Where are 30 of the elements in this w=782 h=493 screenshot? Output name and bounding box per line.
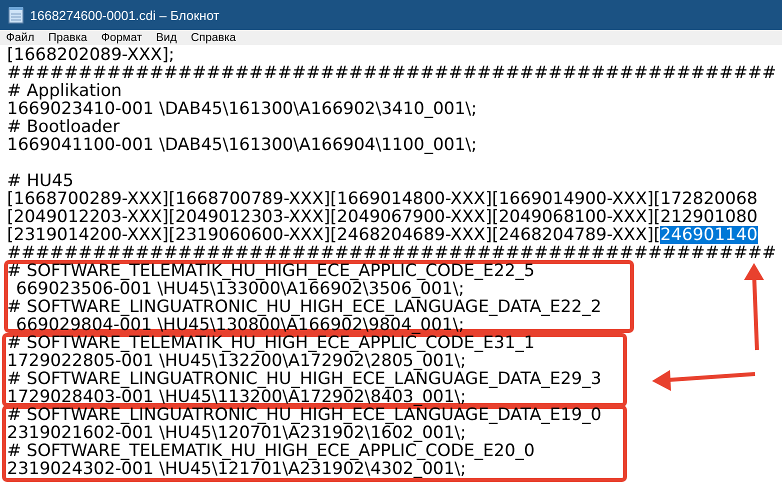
menu-item[interactable]: Правка: [48, 32, 88, 44]
text-line: # SOFTWARE_LINGUATRONIC_HU_HIGH_ECE_LANGUAGE_DATA_E19_0: [7, 406, 602, 424]
text-line: 1669041100-001 \DAB45\161300\A166904\1100_001\;: [7, 136, 477, 154]
text-line: # SOFTWARE_LINGUATRONIC_HU_HIGH_ECE_LANGUAGE_DATA_E29_3: [7, 370, 602, 388]
notepad-icon: [8, 6, 24, 24]
text-line: ######################################################: [7, 244, 776, 262]
menu-item[interactable]: Справка: [190, 32, 236, 44]
text-line: 1729022805-001 \HU45\132200\A172902\2805_001\;: [7, 352, 466, 370]
text-line: [1668700289-XXX][1668700789-XXX][1669014800-XXX][1669014900-XXX][172820068: [7, 190, 758, 208]
window-title: 1668274600-0001.cdi – Блокнот: [30, 8, 220, 22]
menu-item[interactable]: Формат: [101, 32, 142, 44]
text-line: # SOFTWARE_TELEMATIK_HU_HIGH_ECE_APPLIC_CODE_E22_5: [7, 262, 535, 280]
text-line: [2049012203-XXX][2049012303-XXX][2049067900-XXX][2049068100-XXX][212901080: [7, 208, 758, 226]
text-line: 1729028403-001 \HU45\113200\A172902\8403_001\;: [7, 388, 466, 406]
text-line: # SOFTWARE_TELEMATIK_HU_HIGH_ECE_APPLIC_CODE_E20_0: [7, 442, 535, 460]
text-line: 669023506-001 \HU45\133000\A166902\3506_001\;: [16, 280, 464, 298]
text-line: 2319024302-001 \HU45\121701\A231902\4302_001\;: [7, 460, 466, 478]
text-line: [2319014200-XXX][2319060600-XXX][2468204689-XXX][2468204789-XXX][: [7, 226, 660, 244]
text-line: # Applikation: [7, 82, 122, 100]
text-line: ######################################################: [7, 64, 776, 82]
menu-item[interactable]: Вид: [156, 32, 177, 44]
text-line: [1668202089-XXX];: [7, 46, 174, 64]
text-line: # HU45: [7, 172, 74, 190]
text-line: # Bootloader: [7, 118, 120, 136]
text-line: # SOFTWARE_TELEMATIK_HU_HIGH_ECE_APPLIC_CODE_E31_1: [7, 334, 535, 352]
text-line: 2319021602-001 \HU45\120701\A231902\1602_001\;: [7, 424, 466, 442]
text-line: # SOFTWARE_LINGUATRONIC_HU_HIGH_ECE_LANGUAGE_DATA_E22_2: [7, 298, 602, 316]
selected-text: 246901140: [660, 226, 758, 244]
text-line: 1669023410-001 \DAB45\161300\A166902\3410_001\;: [7, 100, 477, 118]
menu-item[interactable]: Файл: [6, 32, 34, 44]
